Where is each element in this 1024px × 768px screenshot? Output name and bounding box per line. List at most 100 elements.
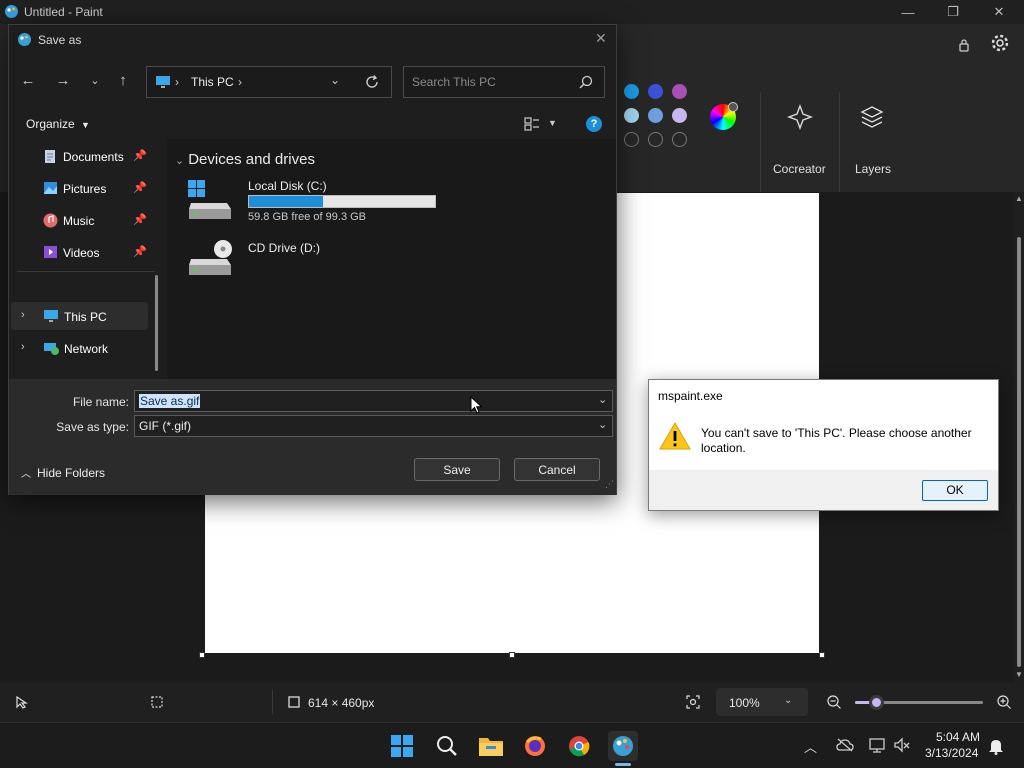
save-type-value: GIF (*.gif): [139, 419, 192, 433]
refresh-icon[interactable]: [365, 75, 379, 89]
start-button[interactable]: [387, 731, 417, 761]
firefox-icon: [525, 736, 545, 756]
empty-color-slot[interactable]: [624, 132, 639, 147]
nav-item-label: Music: [63, 214, 95, 228]
address-history-chevron-icon[interactable]: ⌄: [330, 73, 340, 87]
layers-icon[interactable]: [859, 104, 885, 130]
network-icon[interactable]: [868, 736, 886, 754]
up-arrow-icon[interactable]: ↑: [112, 69, 134, 91]
show-hidden-icons-icon[interactable]: ︿: [804, 737, 817, 756]
change-view-icon[interactable]: [524, 116, 540, 132]
devices-group-header[interactable]: ⌄ Devices and drives: [175, 151, 315, 168]
zoom-in-icon[interactable]: [996, 694, 1012, 710]
zoom-dropdown[interactable]: 100% ⌄: [716, 688, 808, 716]
nav-pane-scrollbar[interactable]: [155, 275, 158, 371]
cocreator-sparkle-icon[interactable]: [787, 104, 813, 130]
volume-muted-icon[interactable]: [893, 736, 911, 754]
minimize-button[interactable]: —: [885, 0, 931, 24]
file-name-value[interactable]: Save as.gif: [139, 394, 201, 408]
scroll-down-icon[interactable]: ▼: [1015, 670, 1023, 679]
cancel-button[interactable]: Cancel: [514, 458, 600, 481]
file-name-field[interactable]: Save as.gif ⌄: [134, 390, 613, 412]
scroll-up-icon[interactable]: ▲: [1015, 194, 1023, 203]
help-icon[interactable]: ?: [586, 116, 602, 132]
close-button[interactable]: ✕: [976, 0, 1022, 24]
notification-bell-icon[interactable]: [988, 737, 1004, 755]
zoom-out-icon[interactable]: [826, 694, 842, 710]
ok-button[interactable]: OK: [922, 480, 988, 501]
nav-item-network[interactable]: › Network: [9, 334, 159, 362]
pin-icon[interactable]: 📌: [133, 213, 147, 226]
cocreator-label[interactable]: Cocreator: [773, 162, 826, 176]
color-swatch[interactable]: [624, 84, 639, 99]
expand-chevron-icon[interactable]: ›: [21, 341, 25, 353]
nav-item-label: Videos: [63, 246, 100, 260]
canvas-resize-handle[interactable]: [509, 652, 515, 658]
nav-item-music[interactable]: Music 📌: [9, 206, 159, 234]
clock-time[interactable]: 5:04 AM: [936, 730, 980, 744]
pin-icon[interactable]: 📌: [133, 149, 147, 162]
resize-grip-icon[interactable]: ⋰: [605, 479, 614, 490]
firefox-button[interactable]: [520, 731, 550, 761]
scrollbar-thumb[interactable]: [1017, 237, 1021, 667]
search-box[interactable]: [403, 66, 605, 98]
search-icon[interactable]: [579, 75, 593, 89]
disk-usage-fill: [249, 196, 324, 207]
restore-button[interactable]: ❐: [930, 0, 976, 24]
zoom-level: 100%: [729, 696, 760, 710]
canvas-resize-handle[interactable]: [819, 652, 825, 658]
minimize-icon: —: [901, 4, 915, 20]
address-separator[interactable]: ›: [238, 75, 242, 89]
recent-locations-chevron-icon[interactable]: ⌄: [84, 69, 106, 91]
save-as-title-bar[interactable]: Save as ✕: [9, 25, 616, 55]
paint-title-bar: Untitled - Paint — ❐ ✕: [0, 0, 1024, 24]
message-box-footer: OK: [649, 470, 998, 510]
color-swatch[interactable]: [648, 108, 663, 123]
clock-date[interactable]: 3/13/2024: [925, 746, 978, 760]
search-button[interactable]: [432, 731, 462, 761]
zoom-slider-thumb[interactable]: [869, 695, 884, 710]
save-type-dropdown-icon[interactable]: ⌄: [598, 418, 607, 431]
pin-icon[interactable]: 📌: [133, 181, 147, 194]
color-swatch[interactable]: [624, 108, 639, 123]
nav-item-pictures[interactable]: Pictures 📌: [9, 174, 159, 202]
empty-color-slot[interactable]: [672, 132, 687, 147]
hide-folders-toggle[interactable]: ︿ Hide Folders: [21, 465, 105, 480]
fit-to-window-icon[interactable]: [685, 694, 701, 710]
zoom-slider[interactable]: [855, 695, 983, 710]
canvas-resize-handle[interactable]: [199, 652, 205, 658]
layers-label[interactable]: Layers: [855, 162, 891, 176]
cursor-position-icon: [16, 695, 28, 709]
chrome-button[interactable]: [564, 731, 594, 761]
address-bar[interactable]: › This PC › ⌄: [146, 66, 392, 98]
dialog-close-icon[interactable]: ✕: [595, 30, 607, 47]
drive-cd-drive-d[interactable]: CD Drive (D:): [185, 237, 435, 281]
nav-item-documents[interactable]: Documents 📌: [9, 142, 159, 170]
view-options-caret-icon[interactable]: ▼: [548, 118, 557, 128]
color-swatch[interactable]: [672, 84, 687, 99]
settings-gear-icon[interactable]: [990, 33, 1010, 53]
paint-taskbar-button[interactable]: [608, 731, 638, 761]
expand-chevron-icon[interactable]: ›: [21, 309, 25, 321]
color-swatch[interactable]: [648, 84, 663, 99]
save-button[interactable]: Save: [414, 458, 500, 481]
drive-local-disk-c[interactable]: Local Disk (C:) 59.8 GB free of 99.3 GB: [185, 177, 436, 227]
address-location[interactable]: This PC: [191, 75, 234, 89]
account-icon[interactable]: [955, 37, 973, 55]
onedrive-cloud-icon[interactable]: [836, 737, 854, 753]
empty-color-slot[interactable]: [648, 132, 663, 147]
file-explorer-button[interactable]: [476, 731, 506, 761]
file-name-dropdown-icon[interactable]: ⌄: [598, 393, 607, 406]
nav-item-videos[interactable]: Videos 📌: [9, 238, 159, 266]
back-arrow-icon[interactable]: ←: [17, 69, 39, 91]
save-type-select[interactable]: GIF (*.gif) ⌄: [134, 415, 613, 437]
collapse-chevron-icon: ⌄: [175, 155, 185, 167]
search-input[interactable]: [412, 74, 572, 90]
color-swatch[interactable]: [672, 108, 687, 123]
forward-arrow-icon[interactable]: →: [52, 69, 74, 91]
canvas-vertical-scrollbar[interactable]: ▲ ▼: [1014, 192, 1024, 682]
restore-icon: ❐: [947, 4, 959, 19]
organize-menu-button[interactable]: Organize ▼: [26, 117, 90, 131]
pin-icon[interactable]: 📌: [133, 245, 147, 258]
nav-item-this-pc[interactable]: › This PC: [11, 302, 148, 330]
